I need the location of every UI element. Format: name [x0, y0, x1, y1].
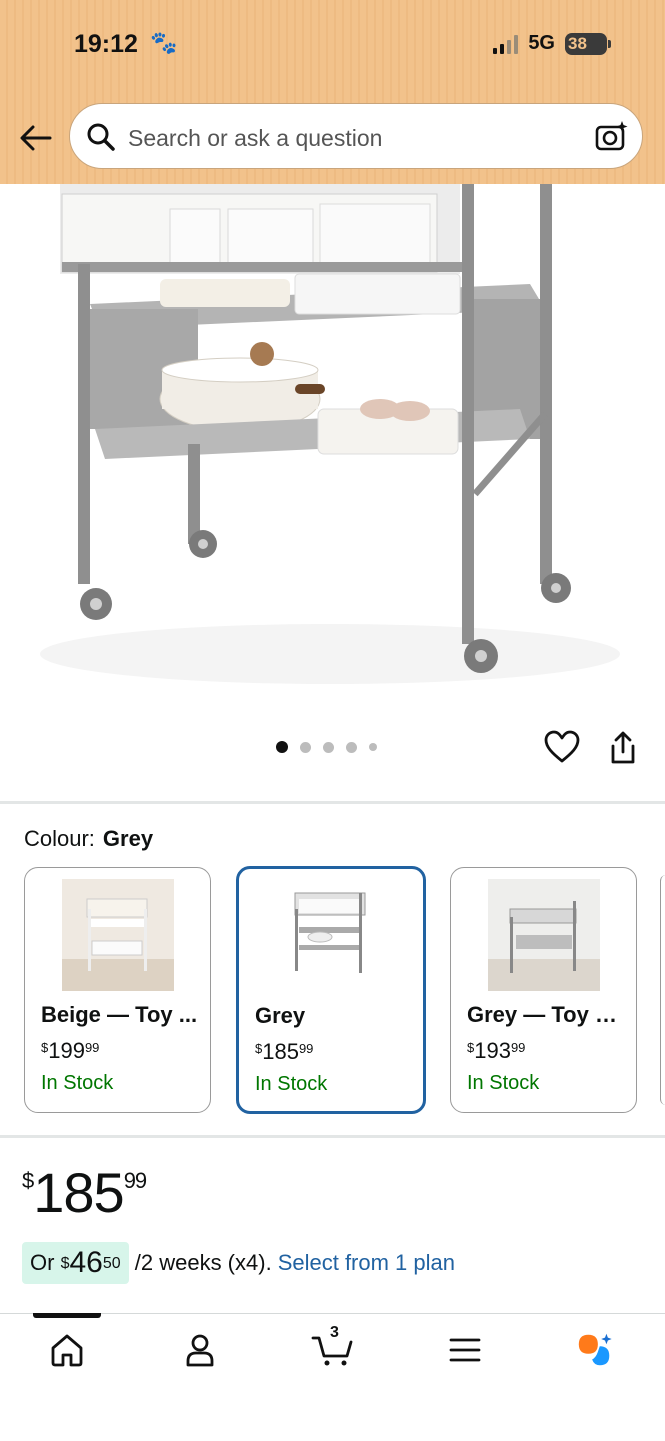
colour-label: Colour: Grey [24, 826, 153, 852]
carousel-dot-active[interactable] [276, 741, 288, 753]
price-dollars: 185 [33, 1161, 124, 1224]
nav-account[interactable] [180, 1330, 220, 1370]
carousel-dot[interactable] [300, 741, 311, 753]
carousel-dot[interactable] [346, 741, 357, 753]
swatch-name: Grey — Toy B... [467, 1002, 627, 1027]
signal-icon [493, 34, 519, 54]
nav-active-indicator [33, 1313, 101, 1318]
nav-home[interactable] [47, 1330, 87, 1370]
installment-cents: 50 [102, 1255, 121, 1272]
status-time: 19:12 [74, 30, 138, 58]
swatch-price: $19399 [467, 1038, 526, 1063]
status-indicators: 5G 38 [493, 32, 611, 55]
home-icon [51, 1334, 83, 1367]
swatch-thumbnail [275, 879, 387, 991]
back-arrow-icon[interactable] [18, 122, 54, 154]
carousel-dot[interactable] [323, 741, 334, 753]
battery-level: 38 [568, 33, 587, 53]
installment-amount: Or $46 50 [22, 1242, 129, 1284]
swatch-price: $18599 [255, 1039, 314, 1064]
nav-cart[interactable]: 3 [310, 1324, 356, 1370]
swatch-price-cents: 99 [510, 1040, 526, 1055]
colour-option-grey[interactable]: Grey $18599 In Stock [236, 866, 426, 1114]
swatch-thumbnail [488, 879, 600, 991]
swatch-price-dollars: 193 [474, 1038, 511, 1063]
installment-suffix: /2 weeks (x4). [128, 1250, 272, 1275]
menu-icon [449, 1338, 481, 1362]
camera-search-icon[interactable] [594, 119, 630, 155]
swatch-stock: In Stock [255, 1073, 328, 1095]
swatch-price-cents: 99 [298, 1041, 314, 1056]
select-plan-link[interactable]: Select from 1 plan [278, 1250, 455, 1276]
swatch-price-cents: 99 [84, 1040, 100, 1055]
nav-menu[interactable] [445, 1330, 485, 1370]
network-label: 5G [528, 32, 555, 54]
swatch-thumbnail [62, 879, 174, 991]
battery-icon: 38 [565, 32, 611, 55]
installment-offer: Or $46 50 /2 weeks (x4). Select from 1 pl… [22, 1242, 455, 1284]
product-image[interactable] [0, 184, 665, 704]
swatch-stock: In Stock [41, 1072, 114, 1094]
cart-count: 3 [330, 1324, 339, 1341]
colour-selected-value: Grey [102, 826, 154, 851]
image-carousel-dots[interactable] [276, 741, 377, 753]
search-input[interactable]: Search or ask a question [69, 103, 643, 169]
installment-dollars: 46 [69, 1246, 103, 1279]
search-icon [87, 123, 115, 151]
price-cents: 99 [123, 1168, 148, 1193]
nav-rufus-assistant[interactable] [575, 1330, 615, 1370]
top-header: 19:12 🐾 5G 38 Search or ask a question [0, 0, 665, 184]
share-icon[interactable] [608, 730, 638, 766]
heart-icon[interactable] [544, 730, 580, 764]
colour-label-text: Colour: [24, 826, 95, 851]
installment-currency: $ [60, 1255, 70, 1272]
assistant-icon [578, 1333, 612, 1366]
price-currency: $ [22, 1168, 34, 1193]
colour-option-grey-toy-box[interactable]: Grey — Toy B... $19399 In Stock [450, 867, 637, 1113]
swatch-name: Beige — Toy ... [41, 1002, 198, 1027]
section-divider [0, 801, 665, 804]
section-divider [0, 1135, 665, 1138]
swatch-name: Grey [255, 1003, 306, 1028]
product-price: $18599 [22, 1160, 148, 1225]
search-placeholder: Search or ask a question [128, 125, 383, 151]
changing-table-illustration [40, 184, 620, 684]
installment-prefix: Or [30, 1250, 61, 1275]
colour-option-next-peek[interactable] [660, 875, 665, 1105]
swatch-stock: In Stock [467, 1072, 540, 1094]
carousel-dot[interactable] [369, 743, 377, 751]
swatch-price-dollars: 199 [48, 1038, 85, 1063]
user-icon [186, 1334, 214, 1367]
paw-icon: 🐾 [150, 30, 178, 55]
swatch-price: $19999 [41, 1038, 100, 1063]
swatch-price-dollars: 185 [262, 1039, 299, 1064]
colour-option-beige[interactable]: Beige — Toy ... $19999 In Stock [24, 867, 211, 1113]
